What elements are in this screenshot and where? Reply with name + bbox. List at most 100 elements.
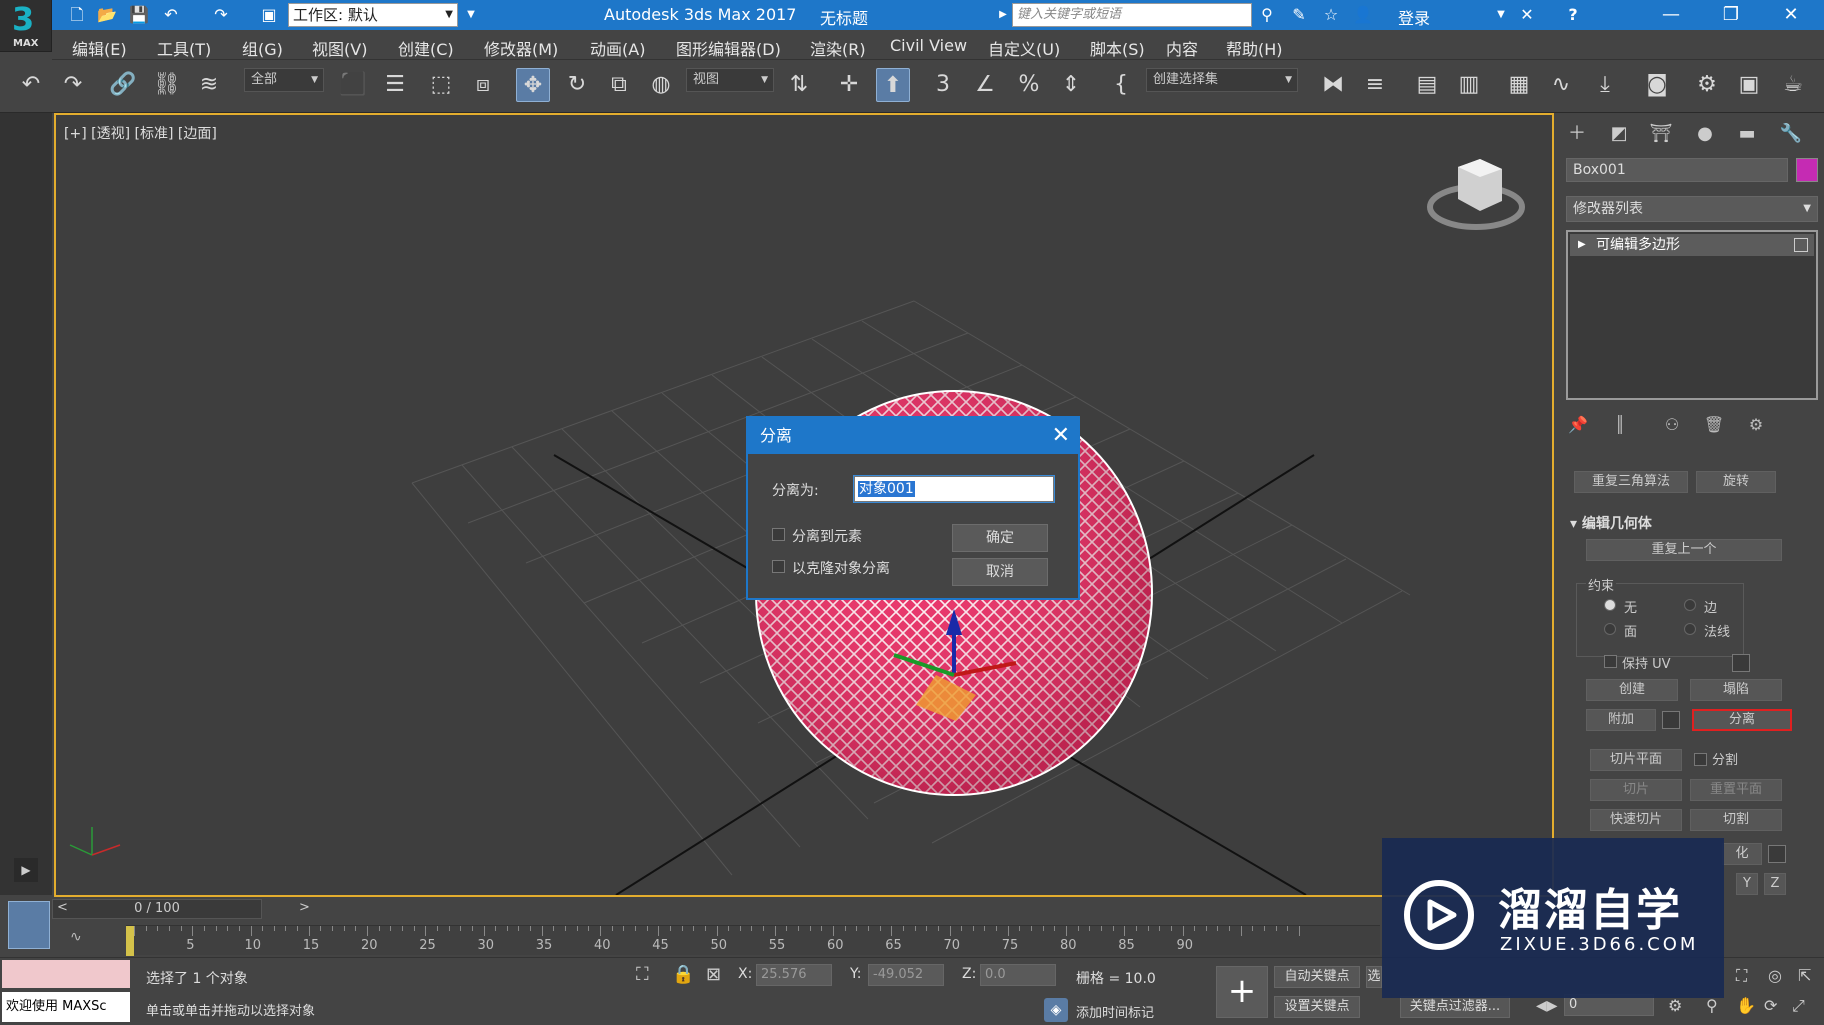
- absolute-mode-transform-icon[interactable]: ⊠: [706, 964, 721, 985]
- walk-through-icon[interactable]: ⇱: [1798, 966, 1811, 985]
- playhead[interactable]: [126, 926, 134, 956]
- attach-list-button[interactable]: [1662, 711, 1680, 729]
- ok-button[interactable]: 确定: [952, 524, 1048, 552]
- object-color-swatch[interactable]: [1796, 158, 1818, 182]
- menu-customize[interactable]: 自定义(U): [988, 36, 1060, 60]
- layer-explorer-icon[interactable]: ▥: [1452, 68, 1486, 102]
- viewport-layout-play-icon[interactable]: ▶: [14, 858, 38, 882]
- orbit-icon[interactable]: ⟳: [1764, 996, 1777, 1015]
- bind-spacewarp-icon[interactable]: ≋: [192, 68, 226, 102]
- menu-modifiers[interactable]: 修改器(M): [484, 36, 558, 60]
- viewport-label[interactable]: [+] [透视] [标准] [边面]: [64, 123, 217, 143]
- link-icon[interactable]: 🔗: [106, 68, 140, 102]
- menu-rendering[interactable]: 渲染(R): [810, 36, 866, 60]
- expand-search-icon[interactable]: ▶: [992, 4, 1014, 26]
- split-checkbox[interactable]: [1694, 753, 1707, 766]
- render-setup-icon[interactable]: ⚙: [1690, 68, 1724, 102]
- material-editor-icon[interactable]: ◙: [1640, 68, 1674, 102]
- keyboard-shortcut-override-icon[interactable]: ⬆: [876, 68, 910, 102]
- detach-as-input[interactable]: 对象001: [854, 476, 1054, 502]
- turn-button[interactable]: 旋转: [1696, 471, 1776, 493]
- dialog-title-bar[interactable]: 分离: [748, 418, 1078, 454]
- add-time-tag[interactable]: 添加时间标记: [1076, 1002, 1154, 1021]
- x-coordinate-field[interactable]: 25.576: [756, 964, 832, 986]
- maxscript-listener-input[interactable]: [2, 960, 130, 988]
- app-logo[interactable]: 3 MAX: [0, 0, 52, 52]
- time-tag-icon[interactable]: ◈: [1044, 998, 1068, 1022]
- close-icon[interactable]: ✕: [1762, 0, 1820, 30]
- percent-snap-icon[interactable]: %: [1012, 68, 1046, 102]
- constraint-normal-radio[interactable]: [1684, 623, 1696, 635]
- time-slider[interactable]: < 0 / 100 >: [52, 899, 310, 919]
- rendered-frame-window-icon[interactable]: ▣: [1732, 68, 1766, 102]
- pivot-center-icon[interactable]: ⇅: [782, 68, 816, 102]
- mirror-icon[interactable]: ⧓: [1316, 68, 1350, 102]
- rectangular-selection-icon[interactable]: ⬚: [424, 68, 458, 102]
- ribbon-toggle-icon[interactable]: ▦: [1502, 68, 1536, 102]
- workspace-menu-icon[interactable]: ▼: [460, 4, 482, 26]
- keyword-search-input[interactable]: 键入关键字或短语: [1012, 3, 1252, 27]
- track-bar[interactable]: 5 10 15 20 25 30 35 40 45 50 55 60 65 70 75 80 85 90: [126, 925, 1380, 956]
- configure-modifier-sets-icon[interactable]: ⚙: [1744, 413, 1768, 437]
- slice-button[interactable]: 切片: [1590, 779, 1682, 801]
- key-filters-button[interactable]: 关键点过滤器...: [1400, 996, 1510, 1018]
- select-manipulate-icon[interactable]: ✛: [832, 68, 866, 102]
- maxscript-welcome[interactable]: 欢迎使用 MAXSc: [2, 992, 130, 1022]
- repeat-last-button[interactable]: 重复上一个: [1586, 539, 1782, 561]
- make-unique-icon[interactable]: ⚇: [1660, 413, 1684, 437]
- window-crossing-icon[interactable]: ⧈: [466, 68, 500, 102]
- menu-create[interactable]: 创建(C): [398, 36, 454, 60]
- modify-tab-icon[interactable]: ◩: [1604, 119, 1634, 149]
- y-coordinate-field[interactable]: -49.052: [868, 964, 944, 986]
- selection-lock-icon[interactable]: 🔒: [672, 964, 694, 985]
- remove-modifier-icon[interactable]: 🗑: [1702, 413, 1726, 437]
- preserve-uv-checkbox[interactable]: [1604, 655, 1617, 668]
- menu-tools[interactable]: 工具(T): [157, 36, 211, 60]
- preserve-uv-settings-button[interactable]: [1732, 654, 1750, 672]
- constraint-edge-radio[interactable]: [1684, 599, 1696, 611]
- login-link[interactable]: 登录: [1398, 5, 1430, 29]
- utilities-tab-wrench-icon[interactable]: 🔧: [1776, 119, 1806, 149]
- create-tab-plus-icon[interactable]: ＋: [1562, 119, 1592, 149]
- edit-geometry-rollout[interactable]: ▾ 编辑几何体: [1570, 513, 1652, 533]
- constraint-face-radio[interactable]: [1604, 623, 1616, 635]
- prev-frame-icon[interactable]: ◀▶: [1536, 998, 1558, 1014]
- menu-views[interactable]: 视图(V): [312, 36, 367, 60]
- zoom-icon[interactable]: ⚲: [1706, 996, 1718, 1015]
- snaps-toggle-icon[interactable]: 3: [926, 68, 960, 102]
- favorites-star-icon[interactable]: ☆: [1320, 4, 1342, 26]
- rotate-icon[interactable]: ↻: [560, 68, 594, 102]
- hierarchy-tab-icon[interactable]: ⛩: [1646, 119, 1676, 149]
- save-icon[interactable]: 💾: [128, 4, 150, 26]
- restore-icon[interactable]: ❐: [1702, 0, 1760, 30]
- subscription-icon[interactable]: ✎: [1288, 4, 1310, 26]
- selected-key-filter[interactable]: 选: [1366, 966, 1382, 988]
- pin-stack-icon[interactable]: 📌: [1566, 413, 1590, 437]
- maximize-viewport-icon[interactable]: ⤢: [1792, 996, 1805, 1016]
- menu-civil-view[interactable]: Civil View: [890, 36, 967, 55]
- detach-to-element-checkbox[interactable]: [772, 528, 785, 541]
- project-icon[interactable]: ▣: [258, 4, 280, 26]
- pan-hand-icon[interactable]: ✋: [1736, 996, 1756, 1015]
- detach-as-clone-checkbox[interactable]: [772, 560, 785, 573]
- create-button[interactable]: 创建: [1586, 679, 1678, 701]
- menu-edit[interactable]: 编辑(E): [72, 36, 127, 60]
- user-icon[interactable]: 👤: [1352, 4, 1374, 26]
- motion-tab-icon[interactable]: ●: [1690, 119, 1720, 149]
- menu-help[interactable]: 帮助(H): [1226, 36, 1283, 60]
- edit-named-selection-icon[interactable]: {: [1104, 68, 1138, 102]
- place-icon[interactable]: ◍: [644, 68, 678, 102]
- move-icon[interactable]: ✥: [516, 68, 550, 102]
- select-object-icon[interactable]: ⬛: [336, 68, 370, 102]
- open-file-icon[interactable]: 📂: [96, 4, 118, 26]
- undo-icon[interactable]: ↶: [160, 4, 182, 26]
- cancel-button[interactable]: 取消: [952, 558, 1048, 586]
- close-icon[interactable]: ✕: [1052, 418, 1070, 454]
- selection-filter-select[interactable]: 全部 ▼: [244, 68, 324, 92]
- reset-plane-button[interactable]: 重置平面: [1690, 779, 1782, 801]
- auto-key-button[interactable]: 自动关键点: [1274, 966, 1360, 988]
- msmooth-settings-button[interactable]: [1768, 845, 1786, 863]
- cut-button[interactable]: 切割: [1690, 809, 1782, 831]
- menu-group[interactable]: 组(G): [242, 36, 283, 60]
- angle-snap-icon[interactable]: ∠: [968, 68, 1002, 102]
